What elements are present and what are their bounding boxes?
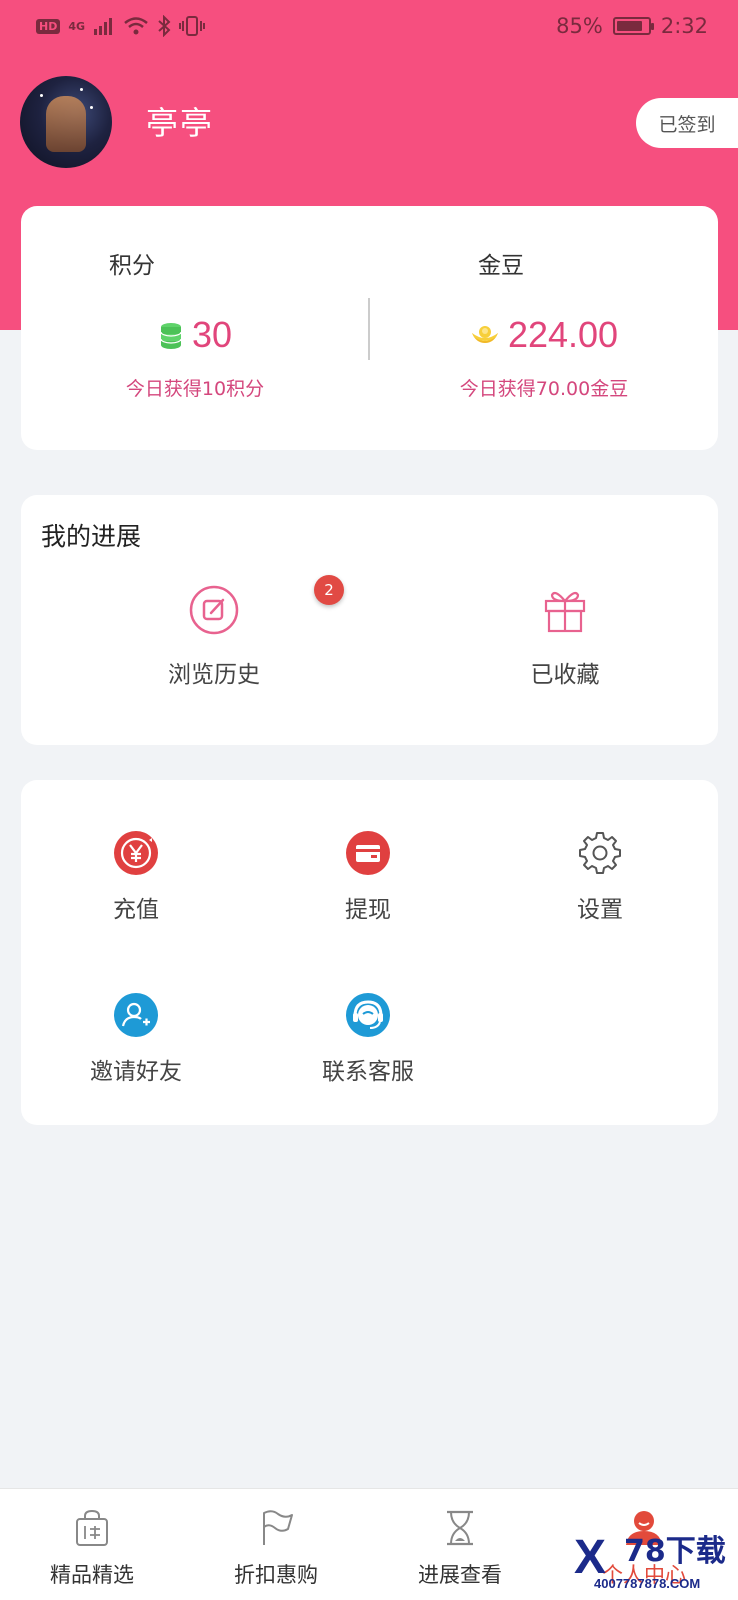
gear-icon <box>579 832 621 874</box>
avatar-star <box>80 88 83 91</box>
settings-label: 设置 <box>577 897 623 923</box>
gold-today: 今日获得70.00金豆 <box>459 378 629 400</box>
avatar[interactable] <box>20 76 112 168</box>
hourglass-icon <box>447 1510 473 1546</box>
flag-icon <box>263 1510 293 1545</box>
score-today: 今日获得10积分 <box>125 378 265 400</box>
tab-progress-icon-wrap <box>442 1509 478 1547</box>
avatar-star <box>40 94 43 97</box>
wifi-icon <box>124 17 148 35</box>
vibrate-icon <box>179 16 206 36</box>
gold-value-row: 224.00 <box>370 314 718 356</box>
bluetooth-icon <box>158 15 171 37</box>
gift-icon <box>544 591 586 633</box>
score-column[interactable]: 积分 30 今日获得10积分 <box>21 206 369 450</box>
withdraw-button[interactable]: 提现 <box>268 830 468 924</box>
headset-icon <box>346 993 390 1037</box>
favorites-item[interactable]: 已收藏 <box>465 585 665 689</box>
battery-percent: 85% <box>556 14 603 38</box>
edit-icon <box>189 585 239 635</box>
battery-level <box>616 21 643 31</box>
invite-friends-button[interactable]: 邀请好友 <box>36 992 236 1086</box>
battery-icon <box>612 17 654 35</box>
avatar-figure <box>46 96 86 152</box>
settings-button[interactable]: 设置 <box>500 830 700 924</box>
tab-progress-label: 进展查看 <box>418 1563 502 1587</box>
tab-discount-label: 折扣惠购 <box>234 1563 318 1587</box>
tab-progress[interactable]: 进展查看 <box>368 1489 552 1600</box>
coin-stack-icon <box>160 323 182 349</box>
invite-friends-label: 邀请好友 <box>90 1059 182 1085</box>
gold-ingot-icon <box>471 326 498 343</box>
progress-card: 我的进展 浏览历史 2 已收藏 <box>21 495 718 745</box>
checkin-button[interactable]: 已签到 <box>636 98 738 148</box>
recharge-button[interactable]: 充值 <box>36 830 236 924</box>
username: 亭亭 <box>146 104 215 142</box>
yuan-icon <box>114 831 158 875</box>
status-bar: HD 4G 85% 2:32 <box>0 0 738 52</box>
add-user-icon <box>114 993 158 1037</box>
site-watermark: X 78下载 4007787878.COM <box>574 1530 738 1600</box>
customer-service-button[interactable]: 联系客服 <box>268 992 468 1086</box>
points-card: 积分 30 今日获得10积分 金豆 224.00 今日获得70.00金豆 <box>21 206 718 450</box>
watermark-url: 4007787878.COM <box>594 1576 701 1591</box>
avatar-star <box>90 106 93 109</box>
watermark-text: 78下载 <box>624 1534 726 1569</box>
notification-badge: 2 <box>314 575 344 605</box>
progress-title: 我的进展 <box>41 522 142 551</box>
tab-featured[interactable]: 精品精选 <box>0 1489 184 1600</box>
status-icons-right: 85% 2:32 <box>556 14 708 38</box>
status-icons-left: HD 4G <box>36 15 206 37</box>
tab-discount-icon-wrap <box>258 1509 294 1547</box>
recharge-label: 充值 <box>113 897 159 923</box>
gold-value: 224.00 <box>507 314 619 355</box>
customer-service-label: 联系客服 <box>322 1059 414 1085</box>
score-value-row: 30 <box>21 314 369 356</box>
gold-title: 金豆 <box>478 253 524 279</box>
network-badge: 4G <box>68 19 86 33</box>
card-icon <box>346 831 390 875</box>
bag-icon <box>76 1509 108 1546</box>
score-value: 30 <box>191 314 233 355</box>
withdraw-label: 提现 <box>345 897 391 923</box>
tab-featured-label: 精品精选 <box>50 1563 134 1587</box>
favorites-label: 已收藏 <box>530 662 600 688</box>
hd-badge: HD <box>36 18 61 34</box>
gold-column[interactable]: 金豆 224.00 今日获得70.00金豆 <box>370 206 718 450</box>
tools-card: 充值 提现 设置 邀请好友 联系客服 <box>21 780 718 1125</box>
tab-discount[interactable]: 折扣惠购 <box>184 1489 368 1600</box>
clock: 2:32 <box>660 14 708 38</box>
signal-icon <box>94 18 113 35</box>
tab-featured-icon-wrap <box>74 1509 110 1547</box>
browse-history-item[interactable]: 浏览历史 <box>114 585 314 689</box>
browse-history-label: 浏览历史 <box>168 662 260 688</box>
score-title: 积分 <box>109 253 155 279</box>
